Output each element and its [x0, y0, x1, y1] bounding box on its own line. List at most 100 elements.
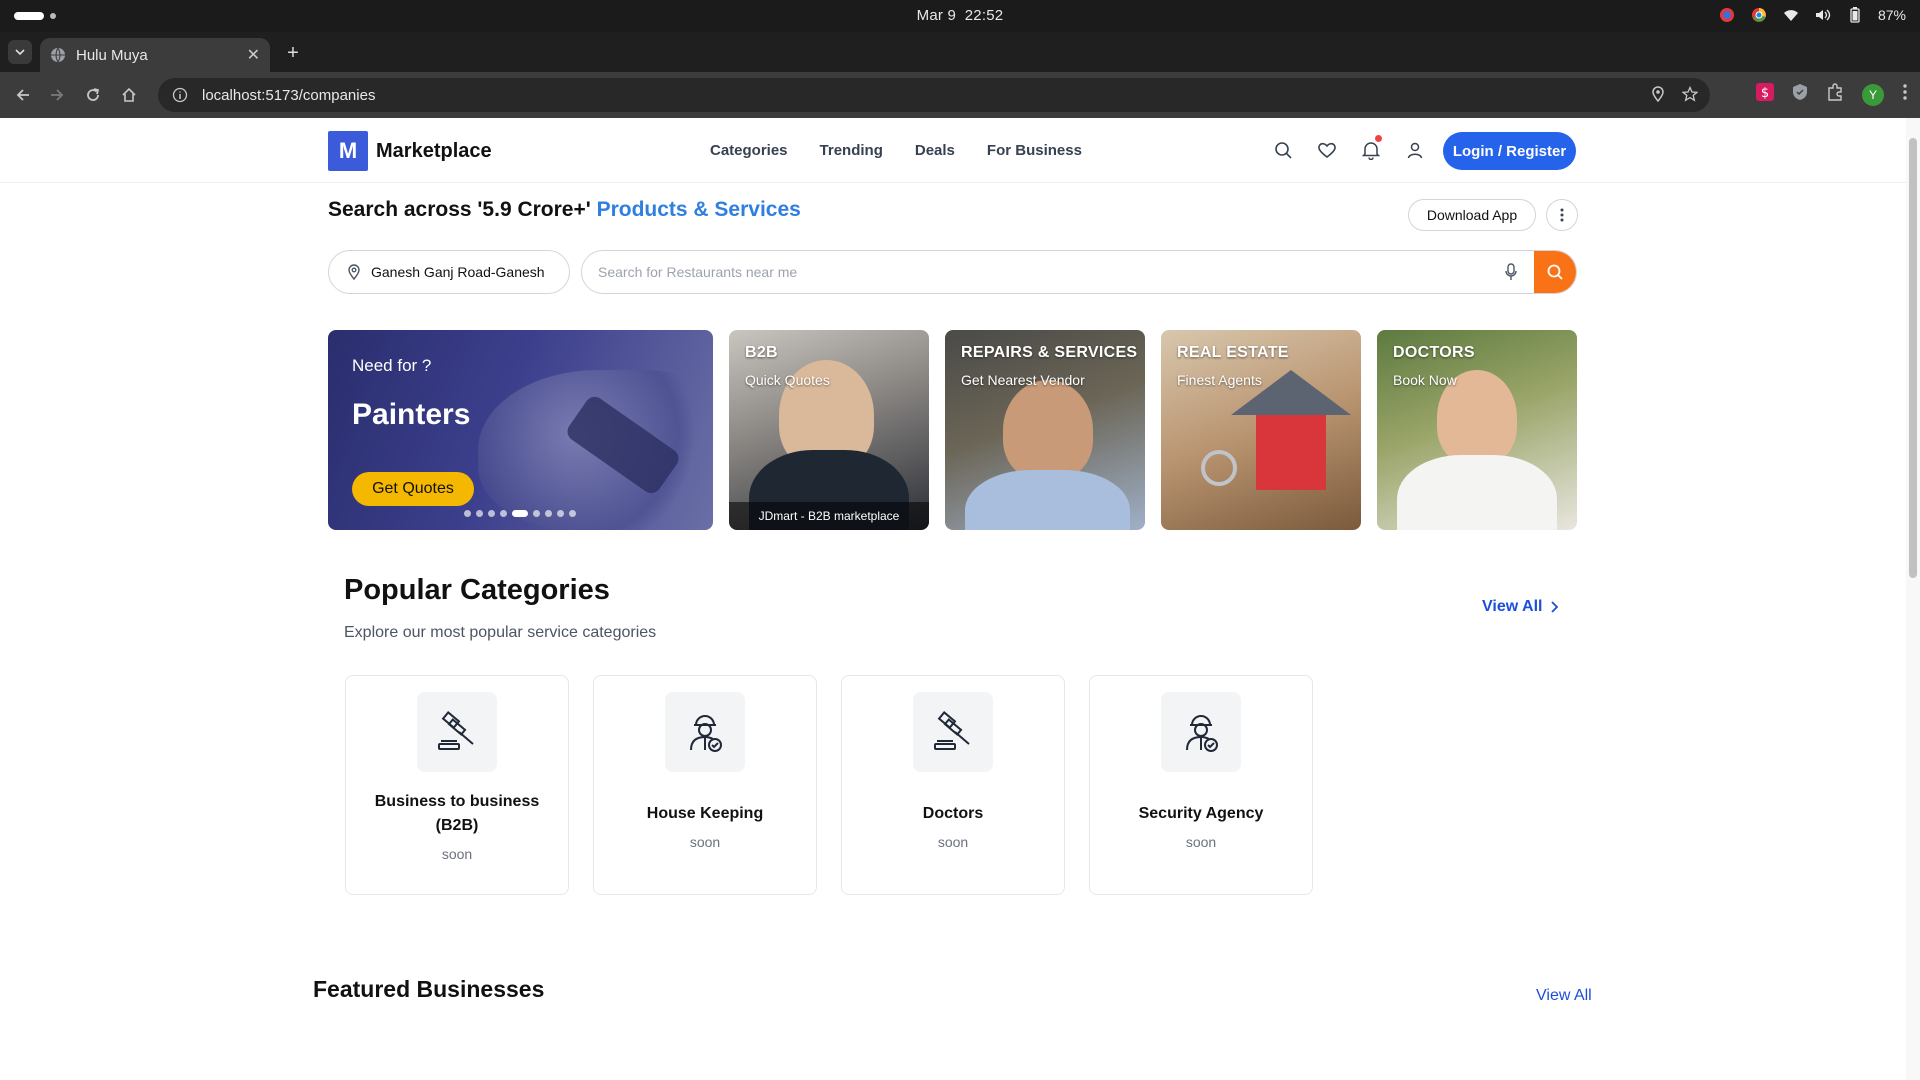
back-icon[interactable]: [12, 84, 34, 106]
nav-for-business[interactable]: For Business: [987, 142, 1082, 159]
browser-menu-icon[interactable]: [1902, 83, 1908, 106]
gavel-icon: [438, 711, 474, 750]
search-input[interactable]: [598, 264, 1500, 280]
map-pin-icon: [348, 264, 360, 280]
shield-extension-icon[interactable]: [1792, 83, 1808, 106]
category-icon-box: [913, 692, 993, 772]
user-icon[interactable]: [1404, 139, 1426, 161]
carousel-dot[interactable]: [476, 510, 483, 517]
wifi-icon[interactable]: [1782, 6, 1800, 24]
os-clock[interactable]: Mar 9 22:52: [0, 7, 1920, 24]
category-status: soon: [1185, 834, 1217, 850]
page-scrollbar[interactable]: [1906, 118, 1920, 1080]
volume-icon[interactable]: [1814, 6, 1832, 24]
category-name: Business to business (B2B): [374, 793, 540, 834]
tile-title: DOCTORS: [1393, 344, 1475, 361]
category-card-b2b[interactable]: Business to business (B2B) soon: [345, 675, 569, 895]
category-status: soon: [689, 834, 721, 850]
view-all-label: View All: [1482, 598, 1543, 615]
nav-trending[interactable]: Trending: [820, 142, 883, 159]
logo-text[interactable]: Marketplace: [376, 140, 492, 163]
tile-title: B2B: [745, 344, 778, 361]
page-headline: Search across '5.9 Crore+' Products & Se…: [328, 198, 801, 222]
scrollbar-thumb[interactable]: [1909, 138, 1917, 578]
location-icon[interactable]: [1650, 86, 1666, 106]
extension-s-icon[interactable]: $: [1756, 83, 1774, 106]
carousel-dot[interactable]: [512, 510, 528, 517]
svg-text:$: $: [1761, 86, 1769, 101]
battery-level: 87%: [1877, 7, 1906, 23]
headline-highlight: Products & Services: [596, 198, 801, 221]
tile-real-estate[interactable]: REAL ESTATE Finest Agents: [1161, 330, 1361, 530]
logo-mark[interactable]: M: [328, 131, 368, 171]
bell-icon[interactable]: [1360, 135, 1382, 161]
extensions-puzzle-icon[interactable]: [1826, 83, 1844, 106]
gavel-icon: [934, 711, 970, 750]
browser-tab-strip: Hulu Muya ✕ +: [0, 32, 1920, 72]
shirt-image: [965, 470, 1130, 530]
tile-b2b[interactable]: B2B Quick Quotes JDmart - B2B marketplac…: [729, 330, 929, 530]
home-icon[interactable]: [118, 84, 140, 106]
category-card-doctors[interactable]: Doctors soon: [841, 675, 1065, 895]
globe-icon: [51, 47, 65, 63]
carousel-dot[interactable]: [488, 510, 495, 517]
search-icon: [1547, 264, 1563, 280]
category-card-security-agency[interactable]: Security Agency soon: [1089, 675, 1313, 895]
location-field[interactable]: Ganesh Ganj Road-Ganesh: [328, 250, 570, 294]
microphone-icon[interactable]: [1500, 261, 1522, 283]
hero-kicker: Need for ?: [352, 356, 432, 375]
chrome-tray-icon[interactable]: [1750, 6, 1768, 24]
more-options-button[interactable]: [1546, 199, 1578, 231]
bookmark-star-icon[interactable]: [1681, 85, 1699, 106]
screen-record-icon[interactable]: [1718, 6, 1736, 24]
login-register-button[interactable]: Login / Register: [1443, 132, 1576, 170]
carousel-dot[interactable]: [569, 510, 576, 517]
site-header: M Marketplace Categories Trending Deals …: [0, 118, 1906, 183]
search-bar: [581, 250, 1577, 294]
view-all-featured-link[interactable]: View All: [1536, 987, 1592, 1005]
forward-icon[interactable]: [46, 84, 68, 106]
search-submit-button[interactable]: [1534, 251, 1576, 293]
browser-toolbar: localhost:5173/companies $ Y: [0, 72, 1920, 118]
carousel-dot[interactable]: [533, 510, 540, 517]
site-info-icon[interactable]: [172, 87, 188, 103]
category-icon-box: [417, 692, 497, 772]
carousel-dots: [464, 510, 576, 517]
tile-doctors[interactable]: DOCTORS Book Now: [1377, 330, 1577, 530]
nav-deals[interactable]: Deals: [915, 142, 955, 159]
nav-categories[interactable]: Categories: [710, 142, 788, 159]
featured-businesses-title: Featured Businesses: [313, 976, 545, 1002]
profile-avatar[interactable]: Y: [1862, 83, 1884, 106]
kebab-icon: [1560, 208, 1564, 222]
download-app-button[interactable]: Download App: [1408, 199, 1536, 231]
tile-repairs-services[interactable]: REPAIRS & SERVICES Get Nearest Vendor: [945, 330, 1145, 530]
heart-icon[interactable]: [1316, 139, 1338, 161]
reload-icon[interactable]: [82, 84, 104, 106]
chevron-right-icon: [1551, 601, 1559, 613]
chevron-down-icon: [15, 49, 25, 56]
tab-search-button[interactable]: [8, 40, 32, 64]
category-name: Security Agency: [1138, 805, 1264, 822]
carousel-dot[interactable]: [545, 510, 552, 517]
os-top-bar: Mar 9 22:52 87%: [0, 0, 1920, 32]
location-value: Ganesh Ganj Road-Ganesh: [371, 264, 545, 280]
carousel-dot[interactable]: [464, 510, 471, 517]
hero-carousel[interactable]: Need for ? Painters Get Quotes: [328, 330, 713, 530]
new-tab-button[interactable]: +: [282, 42, 304, 65]
popular-categories-title: Popular Categories: [344, 574, 610, 606]
view-all-categories-link[interactable]: View All: [1482, 598, 1559, 616]
browser-tab[interactable]: Hulu Muya ✕: [40, 38, 270, 72]
notification-dot: [1375, 135, 1382, 142]
search-icon[interactable]: [1272, 139, 1294, 161]
carousel-dot[interactable]: [500, 510, 507, 517]
battery-icon[interactable]: [1846, 6, 1864, 24]
popular-categories-subtitle: Explore our most popular service categor…: [344, 624, 657, 641]
tile-caption: JDmart - B2B marketplace: [729, 502, 929, 530]
category-name: House Keeping: [646, 805, 764, 822]
close-tab-icon[interactable]: ✕: [247, 45, 260, 65]
worker-icon: [1186, 715, 1218, 752]
category-card-house-keeping[interactable]: House Keeping soon: [593, 675, 817, 895]
address-bar[interactable]: localhost:5173/companies: [158, 78, 1710, 112]
carousel-dot[interactable]: [557, 510, 564, 517]
get-quotes-button[interactable]: Get Quotes: [352, 472, 474, 506]
